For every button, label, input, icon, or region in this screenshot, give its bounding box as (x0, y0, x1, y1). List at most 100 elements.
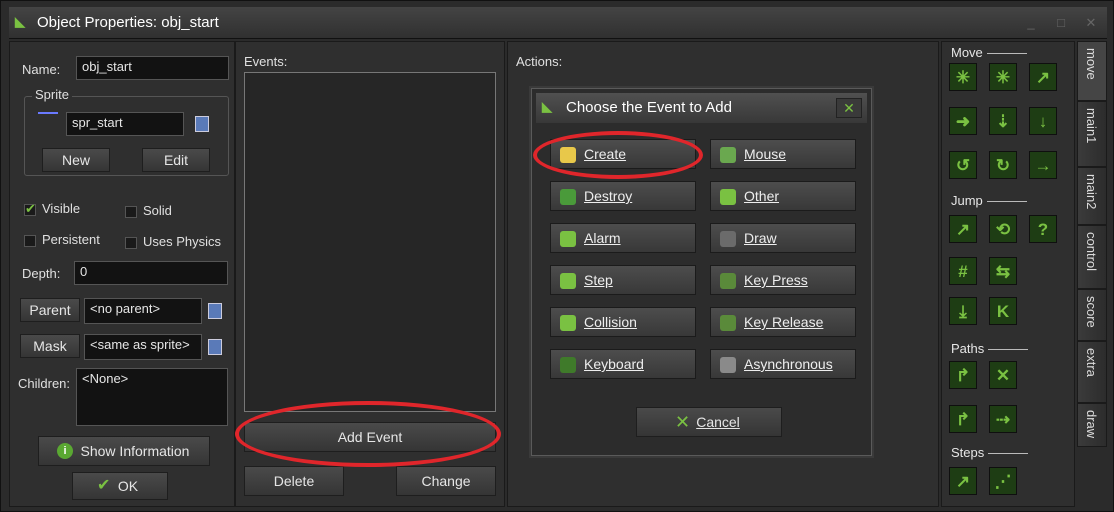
move-free-icon[interactable]: ✳ (989, 63, 1017, 91)
path-speed-icon[interactable]: ⇢ (989, 405, 1017, 433)
persistent-label: Persistent (42, 232, 100, 247)
set-friction-icon[interactable]: → (1029, 151, 1057, 179)
jump-to-position-icon[interactable]: ↗ (949, 215, 977, 243)
change-event-button[interactable]: Change (396, 466, 496, 496)
event-mouse-button[interactable]: Mouse (710, 139, 856, 169)
solid-checkbox[interactable] (125, 206, 137, 218)
event-asynchronous-button[interactable]: Asynchronous (710, 349, 856, 379)
name-field[interactable]: obj_start (76, 56, 229, 80)
alarm-icon (560, 231, 576, 247)
tab-main2[interactable]: main2 (1077, 167, 1107, 225)
collision-label: Collision (584, 314, 637, 330)
new-sprite-button[interactable]: New (42, 148, 110, 172)
uses-physics-label: Uses Physics (143, 234, 222, 249)
key-press-label: Key Press (744, 272, 808, 288)
tab-draw-label: draw (1084, 410, 1099, 439)
dialog-close-icon[interactable]: ✕ (836, 98, 862, 118)
sprite-field[interactable]: spr_start (66, 112, 184, 136)
event-collision-button[interactable]: Collision (550, 307, 696, 337)
tab-extra-label: extra (1084, 348, 1099, 377)
asynchronous-icon (720, 357, 736, 373)
mask-button[interactable]: Mask (20, 334, 80, 358)
cancel-button[interactable]: ✕ Cancel (636, 407, 782, 437)
close-button[interactable]: ✕ (1079, 13, 1103, 33)
set-path-icon[interactable]: ↱ (949, 361, 977, 389)
parent-field[interactable]: <no parent> (84, 298, 202, 324)
ok-label: OK (117, 478, 139, 494)
wrap-screen-icon[interactable]: ⇆ (989, 257, 1017, 285)
ok-button[interactable]: ✔ OK (72, 472, 168, 500)
actions-label: Actions: (516, 54, 563, 69)
draw-label: Draw (744, 230, 777, 246)
align-to-grid-icon[interactable]: # (949, 257, 977, 285)
name-label: Name: (22, 62, 61, 77)
edit-sprite-button[interactable]: Edit (142, 148, 210, 172)
event-alarm-button[interactable]: Alarm (550, 223, 696, 253)
tab-main1[interactable]: main1 (1077, 101, 1107, 167)
speed-vertical-icon[interactable]: ⇣ (989, 107, 1017, 135)
tab-move[interactable]: move (1077, 41, 1107, 101)
event-draw-button[interactable]: Draw (710, 223, 856, 253)
mouse-icon (720, 147, 736, 163)
step-towards-icon[interactable]: ↗ (949, 467, 977, 495)
move-fixed-icon[interactable]: ✳ (949, 63, 977, 91)
depth-field[interactable]: 0 (74, 261, 228, 285)
event-key-press-button[interactable]: Key Press (710, 265, 856, 295)
event-destroy-button[interactable]: Destroy (550, 181, 696, 211)
tab-score[interactable]: score (1077, 289, 1107, 341)
maximize-button[interactable]: □ (1049, 13, 1073, 33)
path-position-icon[interactable]: ↱ (949, 405, 977, 433)
tab-main1-label: main1 (1084, 108, 1099, 144)
mask-menu-icon[interactable] (208, 339, 222, 355)
cancel-x-icon: ✕ (675, 412, 691, 432)
other-icon (720, 189, 736, 205)
bounce-icon[interactable]: K (989, 297, 1017, 325)
parent-menu-icon[interactable] (208, 303, 222, 319)
checkmark-icon: ✔ (97, 477, 111, 494)
key-release-icon (720, 315, 736, 331)
reverse-vertical-icon[interactable]: ↻ (989, 151, 1017, 179)
move-towards-icon[interactable]: ↗ (1029, 63, 1057, 91)
events-list[interactable] (244, 72, 496, 412)
delete-event-button[interactable]: Delete (244, 466, 344, 496)
steps-section-label: Steps (951, 445, 1029, 460)
minimize-button[interactable]: _ (1019, 13, 1043, 33)
events-label: Events: (244, 54, 288, 69)
speed-horizontal-icon[interactable]: ➜ (949, 107, 977, 135)
event-other-button[interactable]: Other (710, 181, 856, 211)
sprite-menu-icon[interactable] (195, 116, 209, 132)
tab-draw[interactable]: draw (1077, 403, 1107, 447)
jump-to-start-icon[interactable]: ⟲ (989, 215, 1017, 243)
mouse-label: Mouse (744, 146, 787, 162)
persistent-checkbox[interactable] (24, 235, 36, 247)
uses-physics-checkbox[interactable] (125, 237, 137, 249)
reverse-horizontal-icon[interactable]: ↺ (949, 151, 977, 179)
move-section-label: Move (951, 45, 1027, 60)
event-key-release-button[interactable]: Key Release (710, 307, 856, 337)
tab-extra[interactable]: extra (1077, 341, 1107, 403)
visible-checkbox[interactable] (24, 201, 36, 217)
end-path-icon[interactable]: ✕ (989, 361, 1017, 389)
solid-label: Solid (143, 203, 172, 218)
jump-section-label: Jump (951, 193, 1027, 208)
jump-random-icon[interactable]: ? (1029, 215, 1057, 243)
move-to-contact-icon[interactable]: ⤓ (949, 297, 977, 325)
set-gravity-icon[interactable]: ↓ (1029, 107, 1057, 135)
show-information-button[interactable]: i Show Information (38, 436, 210, 466)
event-step-button[interactable]: Step (550, 265, 696, 295)
children-label: Children: (18, 376, 71, 391)
tab-control[interactable]: control (1077, 225, 1107, 289)
sprite-preview-icon (38, 112, 58, 114)
keyboard-icon (560, 357, 576, 373)
tab-score-label: score (1084, 296, 1099, 328)
step-avoiding-icon[interactable]: ⋰ (989, 467, 1017, 495)
parent-button[interactable]: Parent (20, 298, 80, 322)
collision-icon (560, 315, 576, 331)
key-press-icon (720, 273, 736, 289)
event-keyboard-button[interactable]: Keyboard (550, 349, 696, 379)
info-icon: i (57, 443, 73, 459)
window-title: Object Properties: obj_start (37, 14, 219, 31)
mask-field[interactable]: <same as sprite> (84, 334, 202, 360)
children-list[interactable]: <None> (76, 368, 228, 426)
dialog-title-bar: ◣ Choose the Event to Add ✕ (536, 93, 867, 123)
